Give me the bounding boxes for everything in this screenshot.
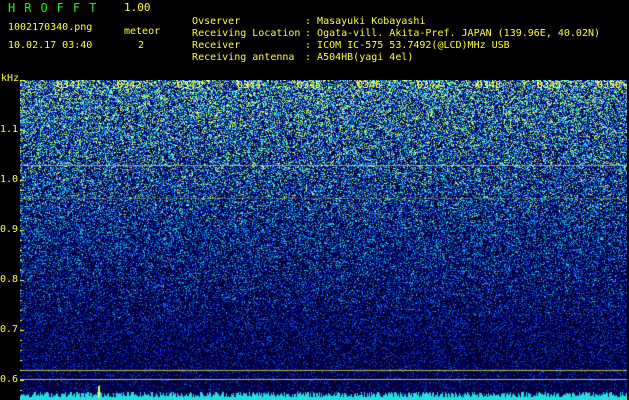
x-tick-label: 0349 [537, 80, 562, 91]
x-tick-label: 0342 [117, 80, 142, 91]
y-tick-label: 0.8 [0, 274, 19, 285]
info-row-antenna: Receiving antenna: A504HB(yagi 4el) [180, 40, 413, 64]
info-separator: : [305, 52, 312, 63]
x-tick-label: 0348 [477, 80, 502, 91]
meteor-count-label: meteor [124, 26, 161, 37]
x-tick-label: 0346 [357, 80, 382, 91]
y-tick-label: 0.7 [0, 324, 19, 335]
info-value: A504HB(yagi 4el) [317, 52, 414, 63]
y-tick-label: 1.1 [0, 124, 19, 135]
app-logo: HROFFT [8, 1, 106, 15]
y-tick-label: 0.9 [0, 224, 19, 235]
y-tick-label: 0.6 [0, 374, 19, 385]
x-tick-label: 0343 [177, 80, 202, 91]
x-tick-label: 0341 [57, 80, 82, 91]
spectrogram-plot [20, 80, 627, 400]
app-version: 1.00 [124, 1, 151, 14]
x-tick-label: 0344 [237, 80, 262, 91]
info-key: Receiving antenna [192, 52, 295, 63]
spectrogram-waterfall [20, 80, 627, 400]
capture-datetime: 10.02.17 03:40 [8, 40, 93, 51]
y-tick-label: 1.0 [0, 174, 19, 185]
meteor-count-value: 2 [138, 40, 145, 51]
x-tick-label: 0345 [297, 80, 322, 91]
x-tick-label: 0350 [597, 80, 622, 91]
x-tick-label: 0347 [417, 80, 442, 91]
image-filename: 1002170340.png [8, 22, 93, 33]
y-axis-unit: kHz [1, 73, 20, 84]
